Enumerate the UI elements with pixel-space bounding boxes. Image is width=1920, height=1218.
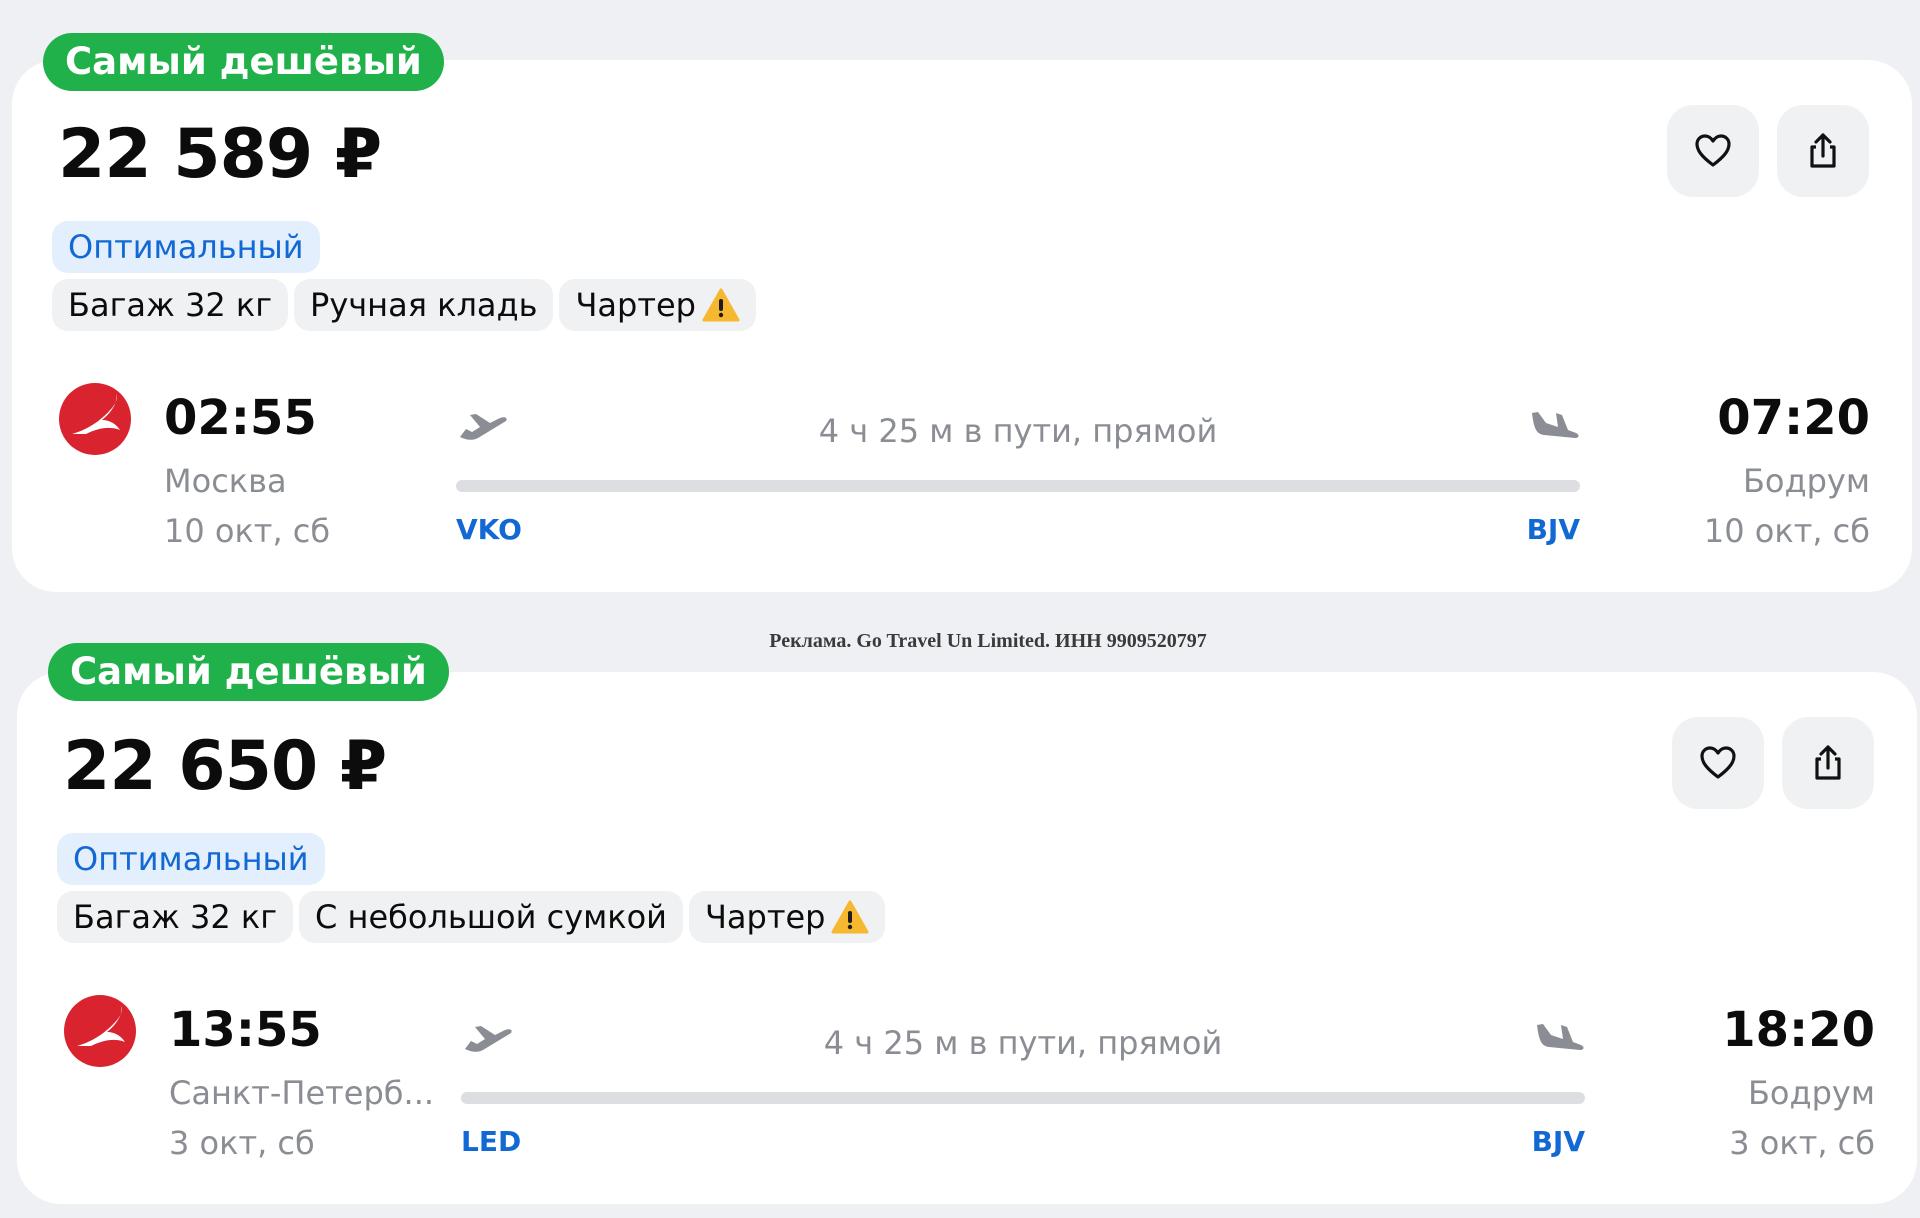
plane-landing-icon: [1537, 1024, 1584, 1050]
tag-small-bag: С небольшой сумкой: [299, 891, 683, 943]
arrival-city: Бодрум: [1742, 462, 1870, 500]
tag-charter-label: Чартер: [704, 898, 826, 936]
share-icon: [1815, 745, 1841, 780]
route-line: [456, 480, 1580, 492]
flight-duration: 4 ч 25 м в пути, прямой: [823, 1024, 1223, 1062]
tag-charter: Чартер: [559, 279, 756, 331]
offer-card[interactable]: 22 650 ₽ Оптимальный Багаж 32 кг С небол…: [17, 672, 1917, 1204]
cheapest-badge: Самый дешёвый: [48, 643, 449, 701]
turkish-airlines-logo: [59, 383, 131, 455]
route-line: [461, 1092, 1585, 1104]
tag-hand-luggage: Ручная кладь: [294, 279, 554, 331]
departure-time: 13:55: [169, 1002, 322, 1058]
tag-list: Багаж 32 кг Ручная кладь Чартер: [52, 279, 756, 331]
departure-time: 02:55: [164, 390, 317, 446]
arrival-airport-code: BJV: [1531, 1125, 1585, 1158]
arrival-time: 18:20: [1722, 1002, 1875, 1058]
departure-city: Санкт-Петерб...: [169, 1074, 435, 1112]
heart-icon: [1695, 134, 1731, 167]
heart-icon: [1700, 746, 1736, 779]
arrival-date: 10 окт, сб: [1703, 512, 1870, 550]
plane-landing-icon: [1532, 412, 1579, 438]
offer-card[interactable]: 22 589 ₽ Оптимальный Багаж 32 кг Ручная …: [12, 60, 1912, 592]
arrival-airport-code: BJV: [1526, 513, 1580, 546]
warning-triangle-icon: [702, 288, 740, 322]
departure-airport-code: VKO: [456, 513, 522, 546]
warning-triangle-icon: [831, 900, 869, 934]
ad-disclaimer: Реклама. Go Travel Un Limited. ИНН 99095…: [769, 630, 1207, 652]
arrival-time: 07:20: [1717, 390, 1870, 446]
departure-date: 3 окт, сб: [169, 1124, 315, 1162]
departure-date: 10 окт, сб: [164, 512, 331, 550]
tag-charter: Чартер: [688, 891, 886, 943]
price: 22 650 ₽: [63, 727, 387, 806]
departure-city: Москва: [164, 462, 287, 500]
share-button[interactable]: [1777, 105, 1869, 197]
arrival-city: Бодрум: [1747, 1074, 1875, 1112]
tag-charter-label: Чартер: [575, 286, 696, 324]
share-icon: [1810, 133, 1836, 168]
price: 22 589 ₽: [58, 115, 382, 194]
tag-baggage: Багаж 32 кг: [52, 279, 289, 331]
fare-badge: Оптимальный: [57, 833, 325, 885]
turkish-airlines-logo: [64, 995, 136, 1067]
tag-list: Багаж 32 кг С небольшой сумкой Чартер: [57, 891, 886, 943]
tag-baggage: Багаж 32 кг: [57, 891, 294, 943]
favorite-button[interactable]: [1672, 717, 1764, 809]
departure-airport-code: LED: [461, 1125, 522, 1158]
arrival-date: 3 окт, сб: [1729, 1124, 1875, 1162]
share-button[interactable]: [1782, 717, 1874, 809]
favorite-button[interactable]: [1667, 105, 1759, 197]
flight-duration: 4 ч 25 м в пути, прямой: [818, 412, 1218, 450]
fare-badge: Оптимальный: [52, 221, 320, 273]
cheapest-badge: Самый дешёвый: [43, 33, 444, 91]
